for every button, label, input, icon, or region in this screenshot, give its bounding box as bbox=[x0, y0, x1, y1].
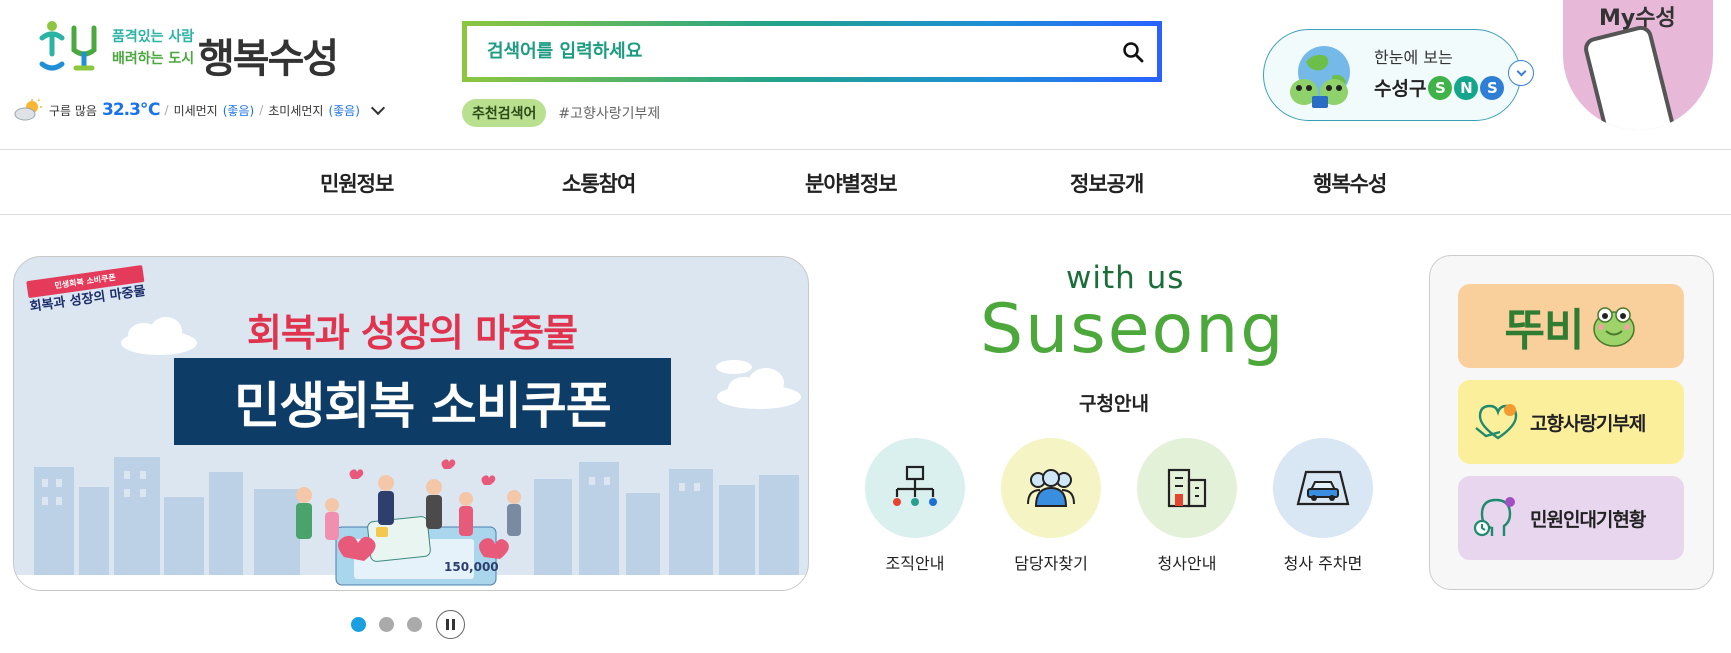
civil-waiting-status-button[interactable]: 민원인대기현황 bbox=[1458, 476, 1684, 560]
guide-circle bbox=[865, 438, 965, 538]
office-guide-title: 구청안내 bbox=[1079, 393, 1149, 415]
phone-illustration-icon bbox=[1581, 23, 1679, 130]
hometown-donation-label: 고향사랑기부제 bbox=[1530, 412, 1646, 435]
recommended-label: 추천검색어 bbox=[462, 99, 547, 127]
sns-line2-row: 수성구 S N S bbox=[1374, 74, 1505, 101]
guide-item-find-staff[interactable]: 담당자찾기 bbox=[986, 438, 1116, 574]
org-chart-icon bbox=[893, 465, 937, 506]
quick-links-panel: 뚜비 고향사랑기부제 민원인대기현황 bbox=[1429, 255, 1714, 590]
fine-dust-status: (좋음) bbox=[222, 103, 255, 118]
recommended-keywords: 추천검색어 #고향사랑기부제 bbox=[462, 99, 660, 127]
banner-title: 민생회복 소비쿠폰 bbox=[174, 358, 671, 445]
nav-item-civil-info[interactable]: 민원정보 bbox=[320, 168, 394, 198]
guide-item-parking[interactable]: 청사 주차면 bbox=[1258, 438, 1388, 574]
search-button[interactable] bbox=[1115, 34, 1151, 70]
banner-dot-2[interactable] bbox=[379, 617, 394, 632]
fine-dust-label: 미세먼지 bbox=[173, 103, 218, 118]
hometown-donation-button[interactable]: 고향사랑기부제 bbox=[1458, 380, 1684, 464]
search-bar bbox=[462, 21, 1162, 82]
main-navigation: 민원정보 소통참여 분야별정보 정보공개 행복수성 bbox=[0, 149, 1731, 215]
banner-note-value: 150,000 bbox=[444, 560, 499, 574]
guide-item-label: 청사안내 bbox=[1157, 554, 1217, 573]
weather-expand-chevron-icon[interactable] bbox=[370, 100, 385, 115]
banner-pause-button[interactable] bbox=[436, 610, 465, 639]
recommended-tag-link[interactable]: #고향사랑기부제 bbox=[558, 103, 660, 123]
with-us-suseong-logo: with us Suseong bbox=[980, 260, 1283, 369]
guide-circle bbox=[1273, 438, 1373, 538]
weather-separator: / bbox=[259, 103, 264, 117]
sns-banner[interactable]: 한눈에 보는 수성구 S N S bbox=[1263, 29, 1521, 121]
banner-pagination bbox=[351, 610, 465, 639]
nav-item-communication[interactable]: 소통참여 bbox=[562, 168, 636, 198]
weather-widget: 구름 많음 32.3℃ / 미세먼지 (좋음) / 초미세먼지 (좋음) bbox=[14, 98, 385, 122]
site-logo[interactable]: 품격있는 사람 배려하는 도시 행복수성 bbox=[38, 20, 339, 82]
logo-mark-icon bbox=[39, 21, 97, 71]
ultrafine-dust-status: (좋음) bbox=[328, 103, 360, 118]
guide-item-label: 청사 주차면 bbox=[1283, 554, 1363, 573]
banner-dot-1[interactable] bbox=[351, 617, 366, 632]
guide-item-label: 담당자찾기 bbox=[1014, 554, 1088, 573]
weather-condition: 구름 많음 bbox=[49, 103, 97, 118]
frog-mascot-icon bbox=[1593, 307, 1636, 347]
heart-hand-icon bbox=[1475, 404, 1518, 440]
search-inner bbox=[467, 26, 1157, 77]
banner-subtitle: 회복과 성장의 마중물 bbox=[246, 311, 578, 355]
building-icon bbox=[1167, 468, 1207, 508]
site-header: 품격있는 사람 배려하는 도시 행복수성 구름 많음 32.3℃ / 미세먼지 (… bbox=[0, 0, 1731, 150]
pause-icon bbox=[446, 619, 449, 630]
logo-slogan-line1: 품격있는 사람 bbox=[112, 29, 195, 45]
sns-line1: 한눈에 보는 bbox=[1374, 48, 1453, 67]
guide-item-label: 조직안내 bbox=[885, 554, 945, 573]
people-icon bbox=[1027, 469, 1075, 507]
ultrafine-dust-label: 초미세먼지 bbox=[268, 103, 324, 118]
parking-car-icon bbox=[1296, 470, 1350, 506]
nav-item-happy-suseong[interactable]: 행복수성 bbox=[1313, 168, 1387, 198]
waiting-person-icon bbox=[1473, 497, 1515, 537]
cloudy-sun-icon bbox=[14, 99, 42, 121]
sns-letter-s2: S bbox=[1480, 75, 1505, 100]
earth-mascot-icon bbox=[1290, 46, 1350, 108]
nav-item-field-info[interactable]: 분야별정보 bbox=[805, 168, 898, 198]
ttubi-button[interactable]: 뚜비 bbox=[1458, 284, 1684, 368]
main-banner-slide[interactable]: 150,000 민생회복 소비쿠폰 회복과 성장의 마중물 회복과 성장의 마중… bbox=[13, 256, 809, 591]
sns-line2: 수성구 bbox=[1374, 78, 1427, 100]
sns-letter-n: N bbox=[1454, 75, 1479, 100]
guide-item-organization[interactable]: 조직안내 bbox=[850, 438, 980, 574]
logo-slogan: 품격있는 사람 배려하는 도시 bbox=[112, 26, 194, 70]
logo-brand-text: 행복수성 bbox=[198, 36, 339, 82]
suseong-text: Suseong bbox=[980, 290, 1286, 369]
search-icon bbox=[1123, 41, 1144, 62]
guide-circle bbox=[1001, 438, 1101, 538]
sns-expand-chevron-icon[interactable] bbox=[1508, 60, 1534, 86]
ttubi-label: 뚜비 bbox=[1504, 305, 1585, 356]
logo-slogan-line2: 배려하는 도시 bbox=[112, 51, 195, 67]
civil-waiting-status-label: 민원인대기현황 bbox=[1530, 508, 1646, 531]
search-input[interactable] bbox=[487, 41, 1115, 62]
guide-circle bbox=[1137, 438, 1237, 538]
weather-separator: / bbox=[164, 103, 169, 117]
nav-item-info-disclosure[interactable]: 정보공개 bbox=[1070, 168, 1144, 198]
banner-dot-3[interactable] bbox=[407, 617, 422, 632]
guide-item-office-building[interactable]: 청사안내 bbox=[1122, 438, 1252, 574]
weather-temperature: 32.3℃ bbox=[101, 100, 161, 120]
my-suseong-button[interactable]: My수성 bbox=[1563, 0, 1713, 130]
sns-letter-s1: S bbox=[1428, 75, 1453, 100]
